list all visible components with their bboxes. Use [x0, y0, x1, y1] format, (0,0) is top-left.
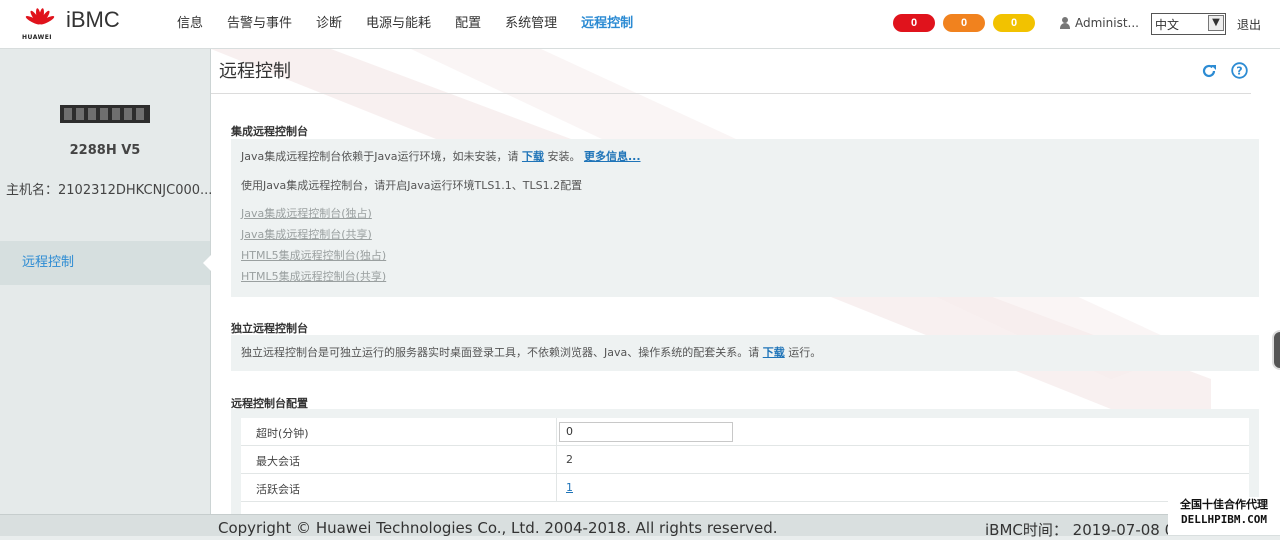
standalone-note-suffix: 运行。 — [784, 346, 822, 359]
chevron-down-icon: ▼ — [1208, 15, 1224, 31]
drive-slot — [88, 108, 96, 120]
brand-text: HUAWEI — [22, 34, 53, 41]
java-console-shared-link[interactable]: Java集成远程控制台(共享) — [241, 226, 372, 242]
nav-configuration[interactable]: 配置 — [443, 0, 493, 48]
html5-console-shared-link[interactable]: HTML5集成远程控制台(共享) — [241, 268, 386, 284]
java-download-link[interactable]: 下载 — [522, 150, 544, 163]
partner-badge-line1: 全国十佳合作代理 — [1180, 498, 1268, 511]
java-install-note: Java集成远程控制台依赖于Java运行环境，如未安装，请 下载 安装。 更多信… — [241, 148, 641, 164]
bmc-time-label: iBMC时间： — [985, 521, 1068, 539]
max-sessions-label: 最大会话 — [256, 455, 300, 468]
more-info-link[interactable]: 更多信息... — [584, 150, 641, 163]
language-select[interactable]: 中文 ▼ — [1151, 13, 1226, 35]
huawei-logo: HUAWEI — [22, 8, 62, 42]
drive-slot — [124, 108, 132, 120]
integrated-console-title: 集成远程控制台 — [231, 125, 308, 138]
integrated-console-panel: Java集成远程控制台依赖于Java运行环境，如未安装，请 下载 安装。 更多信… — [231, 139, 1259, 297]
nav-info[interactable]: 信息 — [165, 0, 215, 48]
minor-alarm-badge[interactable]: 0 — [993, 14, 1035, 32]
sidebar-item-remote-control[interactable]: 远程控制 — [0, 241, 211, 285]
max-sessions-value: 2 — [566, 453, 573, 466]
config-table: 超时(分钟) 0 最大会话 2 活跃会话 1 — [241, 418, 1249, 519]
alarm-badges: 0 0 0 — [893, 14, 1035, 32]
partner-badge-line2: DELLHPIBM.COM — [1180, 513, 1268, 526]
sidebar: 2288H V5 主机名：2102312DHKCNJC000... 远程控制 — [0, 49, 213, 519]
server-image — [60, 105, 150, 123]
standalone-console-note: 独立远程控制台是可独立运行的服务器实时桌面登录工具，不依赖浏览器、Java、操作… — [241, 344, 821, 360]
nav-remote-control[interactable]: 远程控制 — [569, 0, 645, 48]
user-name: Administ... — [1075, 16, 1139, 30]
nav-alarms-events[interactable]: 告警与事件 — [215, 0, 304, 48]
timeout-label: 超时(分钟) — [256, 427, 309, 440]
standalone-console-title: 独立远程控制台 — [231, 322, 308, 335]
language-value: 中文 — [1155, 18, 1180, 32]
nav-diagnostics[interactable]: 诊断 — [304, 0, 354, 48]
console-config-panel: 超时(分钟) 0 最大会话 2 活跃会话 1 — [231, 409, 1259, 519]
huawei-logo-icon — [25, 8, 55, 25]
column-divider — [556, 474, 557, 501]
logout-link[interactable]: 退出 — [1237, 16, 1261, 33]
footer: Copyright © Huawei Technologies Co., Ltd… — [0, 514, 1280, 539]
java-note-text: Java集成远程控制台依赖于Java运行环境，如未安装，请 — [241, 150, 522, 163]
column-divider — [556, 418, 557, 445]
main-content: 远程控制 ? 集成远程控制台 Java集成远程控制台依赖于Java运行环境，如未… — [211, 49, 1280, 519]
host-name: 主机名：2102312DHKCNJC000... — [6, 183, 213, 198]
java-console-exclusive-link[interactable]: Java集成远程控制台(独占) — [241, 205, 372, 221]
active-sessions-link[interactable]: 1 — [566, 481, 573, 494]
html5-console-exclusive-link[interactable]: HTML5集成远程控制台(独占) — [241, 247, 386, 263]
user-icon — [1060, 17, 1070, 29]
drive-slot — [136, 108, 144, 120]
nav-system-management[interactable]: 系统管理 — [493, 0, 569, 48]
title-divider — [211, 93, 1251, 94]
refresh-icon[interactable] — [1201, 63, 1217, 79]
drive-slot — [112, 108, 120, 120]
drive-slot — [76, 108, 84, 120]
help-icon[interactable]: ? — [1231, 62, 1248, 79]
svg-text:?: ? — [1236, 65, 1242, 78]
top-bar: HUAWEI iBMC 信息 告警与事件 诊断 电源与能耗 配置 系统管理 远程… — [0, 0, 1280, 49]
side-scroll-handle[interactable] — [1272, 330, 1280, 370]
table-row: 最大会话 2 — [241, 446, 1249, 474]
copyright-text: Copyright © Huawei Technologies Co., Ltd… — [218, 519, 778, 537]
tls-note: 使用Java集成远程控制台，请开启Java运行环境TLS1.1、TLS1.2配置 — [241, 179, 583, 192]
column-divider — [556, 446, 557, 473]
standalone-console-panel: 独立远程控制台是可独立运行的服务器实时桌面登录工具，不依赖浏览器、Java、操作… — [231, 335, 1259, 371]
major-alarm-badge[interactable]: 0 — [943, 14, 985, 32]
active-sessions-count[interactable]: 1 — [566, 481, 573, 494]
main-nav: 信息 告警与事件 诊断 电源与能耗 配置 系统管理 远程控制 — [165, 0, 645, 48]
timeout-input[interactable]: 0 — [559, 422, 733, 442]
active-sessions-label: 活跃会话 — [256, 483, 300, 496]
standalone-download-link[interactable]: 下载 — [763, 346, 785, 359]
partner-badge: 全国十佳合作代理 DELLHPIBM.COM — [1168, 497, 1280, 535]
app-name: iBMC — [66, 7, 120, 32]
table-row: 超时(分钟) 0 — [241, 418, 1249, 446]
server-model: 2288H V5 — [69, 143, 141, 158]
table-row: 活跃会话 1 — [241, 474, 1249, 502]
critical-alarm-badge[interactable]: 0 — [893, 14, 935, 32]
java-note-suffix: 安装。 — [543, 150, 584, 163]
user-menu[interactable]: Administ... — [1060, 16, 1139, 30]
standalone-note-text: 独立远程控制台是可独立运行的服务器实时桌面登录工具，不依赖浏览器、Java、操作… — [241, 346, 763, 359]
drive-slot — [64, 108, 72, 120]
page-title: 远程控制 — [219, 61, 291, 82]
nav-power[interactable]: 电源与能耗 — [354, 0, 443, 48]
drive-slot — [100, 108, 108, 120]
